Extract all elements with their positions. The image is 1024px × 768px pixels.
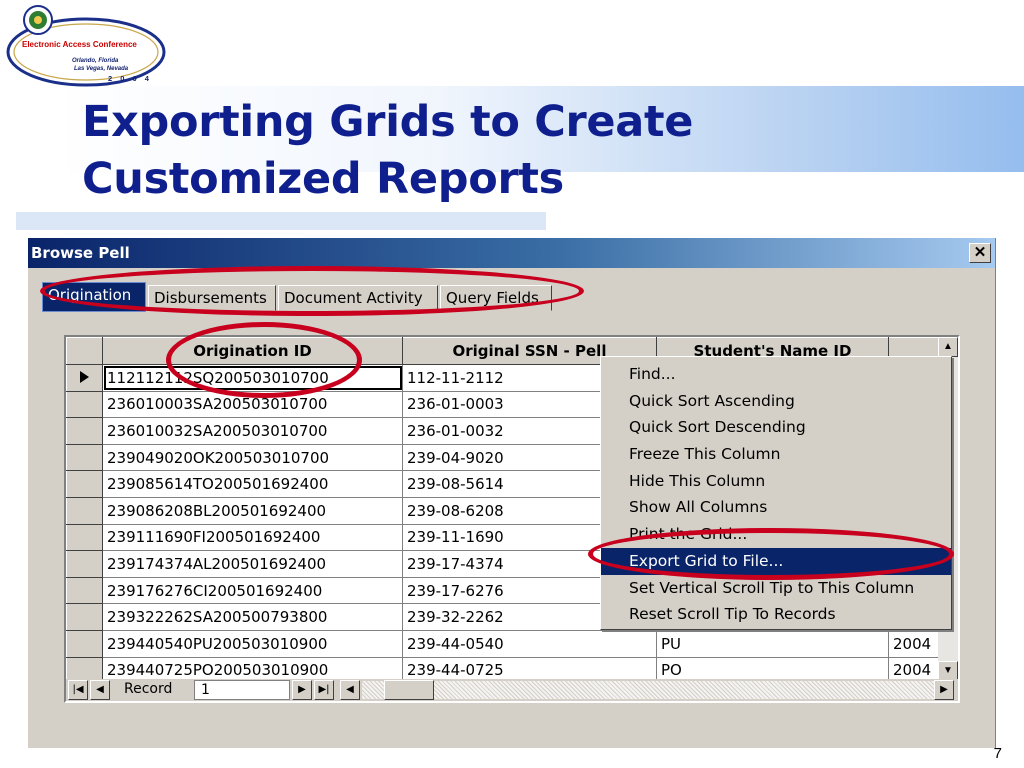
menu-item-hide-this-column[interactable]: Hide This Column xyxy=(601,468,951,495)
slide-title: Exporting Grids to Create Customized Rep… xyxy=(82,94,693,208)
tab-disbursements[interactable]: Disbursements xyxy=(148,285,276,311)
row-selector[interactable] xyxy=(66,603,103,631)
tab-origination[interactable]: Origination xyxy=(42,282,146,312)
cell-extra[interactable]: 2004 xyxy=(888,629,941,658)
row-selector-header[interactable] xyxy=(66,337,103,365)
record-navigator: |◀ ◀ Record 1 ▶ ▶| ◀ ▶ xyxy=(66,679,958,701)
logo-year: 2 0 0 4 xyxy=(108,74,152,83)
row-selector[interactable] xyxy=(66,443,103,472)
cell-student-name-id[interactable]: PU xyxy=(656,629,889,658)
row-selector[interactable] xyxy=(66,629,103,658)
row-selector[interactable] xyxy=(66,417,103,445)
close-icon[interactable]: ✕ xyxy=(969,243,991,263)
row-selector[interactable] xyxy=(66,390,103,419)
row-selector[interactable] xyxy=(66,496,103,525)
first-record-icon[interactable]: |◀ xyxy=(68,680,88,700)
record-number-field[interactable]: 1 xyxy=(194,680,290,700)
horizontal-scroll-thumb[interactable] xyxy=(384,680,434,700)
menu-item-quick-sort-ascending[interactable]: Quick Sort Ascending xyxy=(601,388,951,415)
cell-origination-id[interactable]: 239111690FI200501692400 xyxy=(102,523,403,552)
cell-origination-id[interactable]: 239049020OK200503010700 xyxy=(102,443,403,472)
last-record-icon[interactable]: ▶| xyxy=(314,680,334,700)
menu-item-export-grid-to-file[interactable]: Export Grid to File... xyxy=(601,547,951,575)
horizontal-scroll-track[interactable] xyxy=(362,681,934,699)
cell-origination-id[interactable]: 239085614TO200501692400 xyxy=(102,470,403,498)
cell-origination-id[interactable]: 239440540PU200503010900 xyxy=(102,629,403,658)
scroll-down-icon[interactable]: ▼ xyxy=(938,661,958,681)
logo-city-orlando: Orlando, Florida xyxy=(72,58,119,64)
conference-logo: Electronic Access Conference Orlando, Fl… xyxy=(0,0,180,96)
column-header-origination-id[interactable]: Origination ID xyxy=(102,337,403,365)
cell-origination-id[interactable]: 236010003SA200503010700 xyxy=(102,390,403,419)
cell-origination-id[interactable]: 236010032SA200503010700 xyxy=(102,417,403,445)
cell-origination-id[interactable]: 239174374AL200501692400 xyxy=(102,550,403,578)
logo-name: Electronic Access Conference xyxy=(22,40,137,49)
slide-title-line-2: Customized Reports xyxy=(82,154,564,204)
menu-item-freeze-this-column[interactable]: Freeze This Column xyxy=(601,441,951,468)
grid-context-menu: Find... Quick Sort Ascending Quick Sort De… xyxy=(600,356,952,630)
page-number: 7 xyxy=(993,745,1002,762)
window-title: Browse Pell xyxy=(31,244,130,262)
previous-record-icon[interactable]: ◀ xyxy=(90,680,110,700)
table-row[interactable]: 239440540PU200503010900 239-44-0540 PU 2004 xyxy=(66,629,941,658)
menu-item-reset-scroll-tip-to-records[interactable]: Reset Scroll Tip To Records xyxy=(601,601,951,628)
scroll-left-icon[interactable]: ◀ xyxy=(340,680,360,700)
scroll-right-icon[interactable]: ▶ xyxy=(934,680,954,700)
row-selector[interactable] xyxy=(66,576,103,605)
cell-original-ssn[interactable]: 239-44-0540 xyxy=(402,629,657,658)
window-titlebar[interactable]: Browse Pell ✕ xyxy=(28,238,995,268)
menu-item-show-all-columns[interactable]: Show All Columns xyxy=(601,494,951,521)
tab-document-activity[interactable]: Document Activity xyxy=(278,285,438,311)
row-selector[interactable] xyxy=(66,470,103,498)
menu-item-quick-sort-descending[interactable]: Quick Sort Descending xyxy=(601,414,951,441)
row-selector[interactable] xyxy=(66,523,103,552)
cell-origination-id[interactable]: 239176276CI200501692400 xyxy=(102,576,403,605)
cell-origination-id[interactable]: 239086208BL200501692400 xyxy=(102,496,403,525)
menu-item-set-vertical-scroll-tip-to-this-column[interactable]: Set Vertical Scroll Tip to This Column xyxy=(601,575,951,602)
current-row-arrow-icon xyxy=(80,370,89,383)
record-label: Record xyxy=(124,681,173,697)
slide-title-line-1: Exporting Grids to Create xyxy=(82,97,694,147)
cell-origination-id[interactable]: 239322262SA200500793800 xyxy=(102,603,403,631)
logo-city-lasvegas: Las Vegas, Nevada xyxy=(74,66,129,72)
cell-origination-id[interactable]: 112112112SQ200503010700 xyxy=(102,364,403,392)
row-selector[interactable] xyxy=(66,550,103,578)
tab-query-fields[interactable]: Query Fields xyxy=(440,285,552,311)
menu-item-print-the-grid[interactable]: Print the Grid... xyxy=(601,521,951,548)
row-selector[interactable] xyxy=(66,364,103,392)
underline-band xyxy=(16,212,546,230)
menu-item-find[interactable]: Find... xyxy=(601,361,951,388)
next-record-icon[interactable]: ▶ xyxy=(292,680,312,700)
scroll-up-icon[interactable]: ▲ xyxy=(938,337,958,357)
